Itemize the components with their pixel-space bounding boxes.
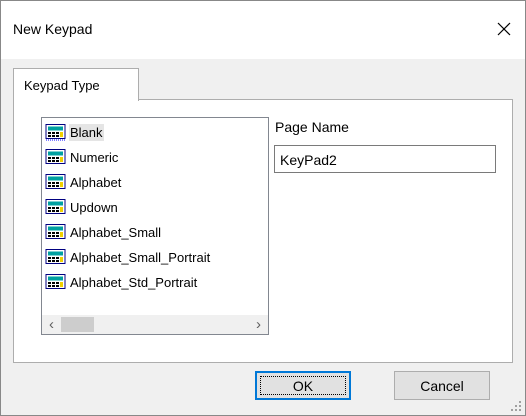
keypad-type-list[interactable]: Blank Numeric Alphabet Updown Alphabet_S… [41,117,269,335]
window-title: New Keypad [13,21,93,37]
chevron-right-icon: › [256,316,261,333]
keypad-page-icon [45,248,66,264]
list-item-label: Updown [70,199,118,215]
list-item[interactable]: Blank [45,121,104,143]
title-bar: New Keypad [1,1,525,59]
keypad-page-icon [45,173,66,189]
list-item[interactable]: Alphabet_Small [45,221,162,243]
scroll-right-button[interactable]: › [249,315,268,334]
list-item-label: Alphabet_Std_Portrait [70,274,198,290]
cancel-button-label: Cancel [420,377,464,394]
tab-panel: Blank Numeric Alphabet Updown Alphabet_S… [13,99,513,363]
cancel-button[interactable]: Cancel [394,371,490,400]
new-keypad-dialog: New Keypad Keypad Type Blank Numeric Alp… [0,0,526,416]
ok-button[interactable]: OK [255,371,351,400]
list-item-label: Numeric [70,149,119,165]
close-icon [497,22,511,36]
keypad-page-icon [45,123,66,140]
list-item[interactable]: Alphabet [45,171,122,193]
tab-keypad-type[interactable]: Keypad Type [13,68,139,101]
list-item-label: Alphabet [70,174,122,190]
scroll-thumb[interactable] [61,317,94,332]
keypad-page-icon [45,223,66,239]
chevron-left-icon: ‹ [49,316,54,333]
close-button[interactable] [483,15,525,45]
resize-grip-icon[interactable] [510,400,522,412]
list-item[interactable]: Alphabet_Small_Portrait [45,246,211,268]
list-item-label: Alphabet_Small_Portrait [70,249,211,265]
horizontal-scrollbar[interactable]: ‹ › [42,315,268,334]
scroll-left-button[interactable]: ‹ [42,315,61,334]
keypad-page-icon [45,273,66,289]
list-item[interactable]: Numeric [45,146,119,168]
list-item[interactable]: Updown [45,196,119,218]
list-item-label: Alphabet_Small [70,224,162,240]
page-name-input[interactable]: KeyPad2 [274,145,496,173]
page-name-label: Page Name [275,119,349,135]
list-item[interactable]: Alphabet_Std_Portrait [45,271,198,293]
list-item-label: Blank [69,123,104,141]
focus-rect [260,376,346,395]
tab-label: Keypad Type [24,78,100,93]
keypad-page-icon [45,148,66,164]
keypad-page-icon [45,198,66,214]
